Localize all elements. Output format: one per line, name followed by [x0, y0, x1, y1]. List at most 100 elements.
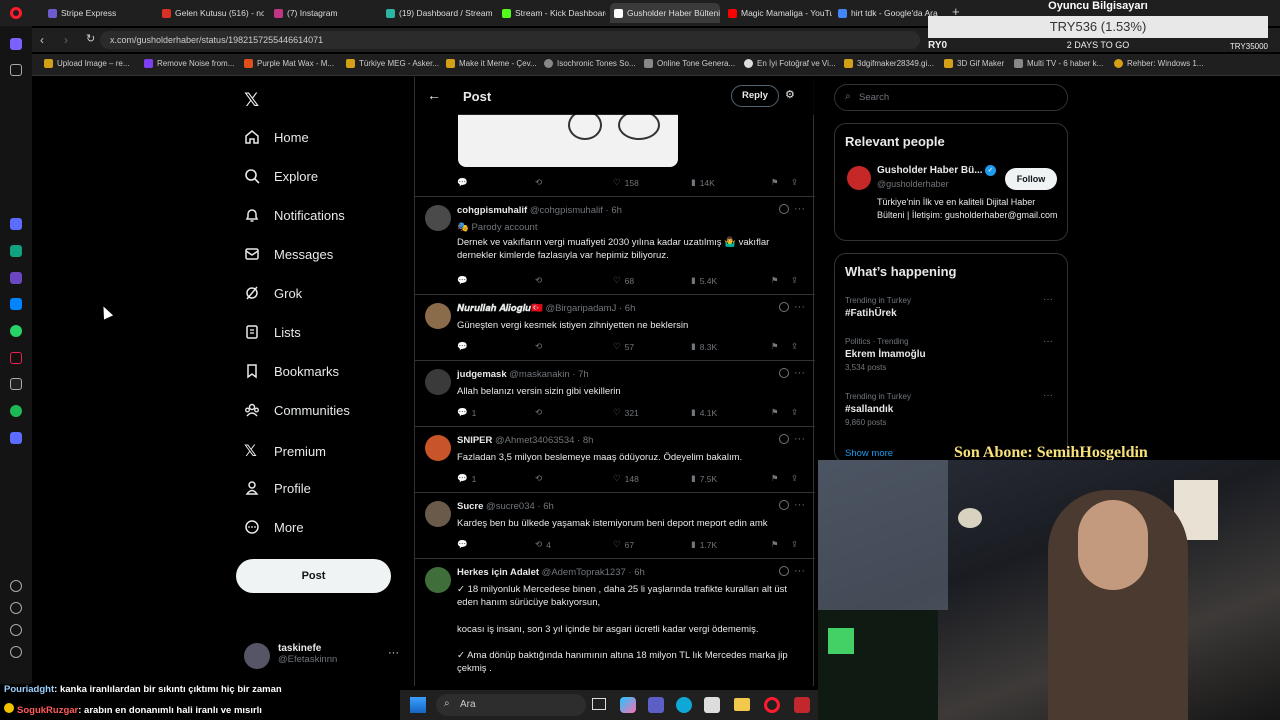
grok-icon[interactable]	[779, 204, 789, 214]
more-icon[interactable]: ···	[794, 433, 805, 445]
trend-item[interactable]: Politics · Trending Ekrem İmamoğlu 3,534…	[845, 337, 1059, 372]
like-button[interactable]: ♡ 148	[613, 473, 639, 484]
tiktok-sidebar-icon[interactable]	[10, 352, 22, 364]
list-item[interactable]: 𝑵𝒖𝒓𝒖𝒍𝒍𝒂𝒉 𝑨𝒍𝒊𝒐𝒈𝒍𝒖🇹🇷 @BirgaripadamJ · 6h ·…	[415, 295, 815, 361]
tab-instagram[interactable]: (7) Instagram	[270, 3, 376, 23]
taskbar-search[interactable]: ⌕ Ara	[436, 694, 586, 716]
tweet-author[interactable]: SNIPER	[457, 435, 492, 446]
bulb-sidebar-icon[interactable]	[10, 646, 22, 658]
tweet-author[interactable]: Sucre	[457, 501, 483, 512]
bookmark-item[interactable]: Isochronic Tones So...	[544, 59, 636, 68]
tab-stripe[interactable]: Stripe Express	[44, 3, 156, 23]
share-icon[interactable]: ⇪	[791, 341, 798, 352]
retweet-icon[interactable]: ⟲ 4	[535, 539, 551, 550]
reply-icon[interactable]: 💬 1	[457, 407, 476, 418]
edge-icon[interactable]	[676, 697, 692, 713]
share-icon[interactable]: ⇪	[791, 473, 798, 484]
tweet-author[interactable]: 𝑵𝒖𝒓𝒖𝒍𝒍𝒂𝒉 𝑨𝒍𝒊𝒐𝒈𝒍𝒖🇹🇷	[457, 303, 543, 314]
aria-sidebar-icon[interactable]	[10, 218, 22, 230]
grok-icon[interactable]	[779, 302, 789, 312]
post-button[interactable]: Post	[236, 559, 391, 593]
bookmark-icon[interactable]: ⚑	[771, 539, 779, 550]
more-icon[interactable]: ···	[794, 499, 805, 511]
opera-icon[interactable]	[764, 697, 780, 713]
tab-x-active[interactable]: Gusholder Haber Bülteni	[610, 3, 720, 23]
settings-sidebar-icon[interactable]	[10, 624, 22, 636]
tweet-author[interactable]: cohgpismuhalif	[457, 205, 527, 216]
bookmark-icon[interactable]: ⚑	[771, 275, 779, 286]
more-icon[interactable]: ···	[794, 301, 805, 313]
bookmark-item[interactable]: Upload Image – re...	[44, 59, 129, 68]
teams-icon[interactable]	[648, 697, 664, 713]
post-image[interactable]	[458, 114, 678, 167]
nav-messages[interactable]: Messages	[244, 246, 333, 262]
heart-sidebar-icon[interactable]	[10, 580, 22, 592]
bookmark-item[interactable]: Purple Mat Wax - M...	[244, 59, 334, 68]
bookmark-item[interactable]: Multi TV - 6 haber k...	[1014, 59, 1103, 68]
account-more-icon[interactable]: ···	[388, 647, 399, 659]
bookmark-item[interactable]: Türkiye MEG - Asker...	[346, 59, 439, 68]
person-name[interactable]: Gusholder Haber Bü...	[877, 165, 983, 176]
copilot-icon[interactable]	[620, 697, 636, 713]
trend-item[interactable]: Trending in Turkey #FatihÜrek	[845, 296, 1059, 319]
home-sidebar-icon[interactable]	[10, 38, 22, 50]
tweet-author[interactable]: judgemask	[457, 369, 507, 380]
reply-icon[interactable]: 💬 1	[457, 473, 476, 484]
views-count[interactable]: ▮ 4.1K	[691, 407, 717, 418]
share-icon[interactable]: ⇪	[791, 275, 798, 286]
star-sidebar-icon[interactable]	[10, 64, 22, 76]
like-button[interactable]: ♡ 57	[613, 341, 634, 352]
more-icon[interactable]: ···	[794, 565, 805, 577]
like-button[interactable]: ♡ 158	[613, 177, 639, 188]
tab-gmail[interactable]: Gelen Kutusu (516) - nosc	[158, 3, 264, 23]
bookmark-item[interactable]: 3D Gif Maker	[944, 59, 1004, 68]
account-switcher[interactable]: taskinefe @Efetaskinnn	[244, 643, 337, 669]
nav-premium[interactable]: 𝕏 Premium	[244, 441, 326, 461]
forward-icon[interactable]: ›	[64, 33, 68, 47]
retweet-icon[interactable]: ⟲	[535, 473, 546, 484]
back-icon[interactable]: ‹	[40, 33, 44, 47]
grok-icon[interactable]	[779, 434, 789, 444]
store-icon[interactable]	[704, 697, 720, 713]
tab-kick[interactable]: Stream - Kick Dashboard	[498, 3, 606, 23]
windows-start-icon[interactable]	[410, 697, 426, 713]
bookmark-icon[interactable]: ⚑	[771, 177, 779, 188]
retweet-icon[interactable]: ⟲	[535, 341, 546, 352]
chatgpt-sidebar-icon[interactable]	[10, 245, 22, 257]
filter-icon[interactable]: ⚙	[785, 88, 795, 101]
bookmark-item[interactable]: En İyi Fotoğraf ve Vi...	[744, 59, 836, 68]
like-button[interactable]: ♡ 321	[613, 407, 639, 418]
tab-google[interactable]: hirt tdk - Google'da Ara	[834, 3, 940, 23]
opera-logo-icon[interactable]	[10, 7, 22, 19]
more-icon[interactable]: ···	[794, 367, 805, 379]
reply-icon[interactable]: 💬	[457, 275, 472, 286]
views-count[interactable]: ▮ 14K	[691, 177, 715, 188]
bookmark-item[interactable]: Make it Meme - Çev...	[446, 59, 537, 68]
back-arrow-icon[interactable]: ←	[427, 87, 441, 103]
winrar-icon[interactable]	[794, 697, 810, 713]
bookmark-icon[interactable]: ⚑	[771, 341, 779, 352]
list-item[interactable]: cohgpismuhalif @cohgpismuhalif · 6h ··· …	[415, 197, 815, 295]
retweet-icon[interactable]: ⟲	[535, 407, 546, 418]
copilot-sidebar-icon[interactable]	[10, 272, 22, 284]
more-icon[interactable]: ···	[794, 203, 805, 215]
grok-icon[interactable]	[779, 368, 789, 378]
like-button[interactable]: ♡ 68	[613, 275, 634, 286]
url-input[interactable]: x.com/gusholderhaber/status/198215725544…	[100, 31, 920, 49]
share-icon[interactable]: ⇪	[791, 539, 798, 550]
messenger-sidebar-icon[interactable]	[10, 298, 22, 310]
reload-icon[interactable]: ↻	[86, 32, 95, 45]
bookmark-item[interactable]: Online Tone Genera...	[644, 59, 735, 68]
list-item[interactable]: Herkes için Adalet @AdemToprak1237 · 6h …	[415, 559, 815, 686]
reply-icon[interactable]: 💬	[457, 341, 472, 352]
nav-home[interactable]: Home	[244, 129, 309, 145]
nav-more[interactable]: More	[244, 519, 304, 535]
more-icon[interactable]: ···	[1043, 390, 1053, 401]
list-item[interactable]: judgemask @maskanakin · 7h ··· Allah bel…	[415, 361, 815, 427]
task-view-icon[interactable]	[592, 698, 606, 710]
retweet-icon[interactable]: ⟲	[535, 177, 542, 188]
views-count[interactable]: ▮ 8.3K	[691, 341, 717, 352]
search-input[interactable]: ⌕ Search	[834, 84, 1068, 111]
share-icon[interactable]: ⇪	[791, 177, 798, 188]
x-sidebar-icon[interactable]	[10, 378, 22, 390]
